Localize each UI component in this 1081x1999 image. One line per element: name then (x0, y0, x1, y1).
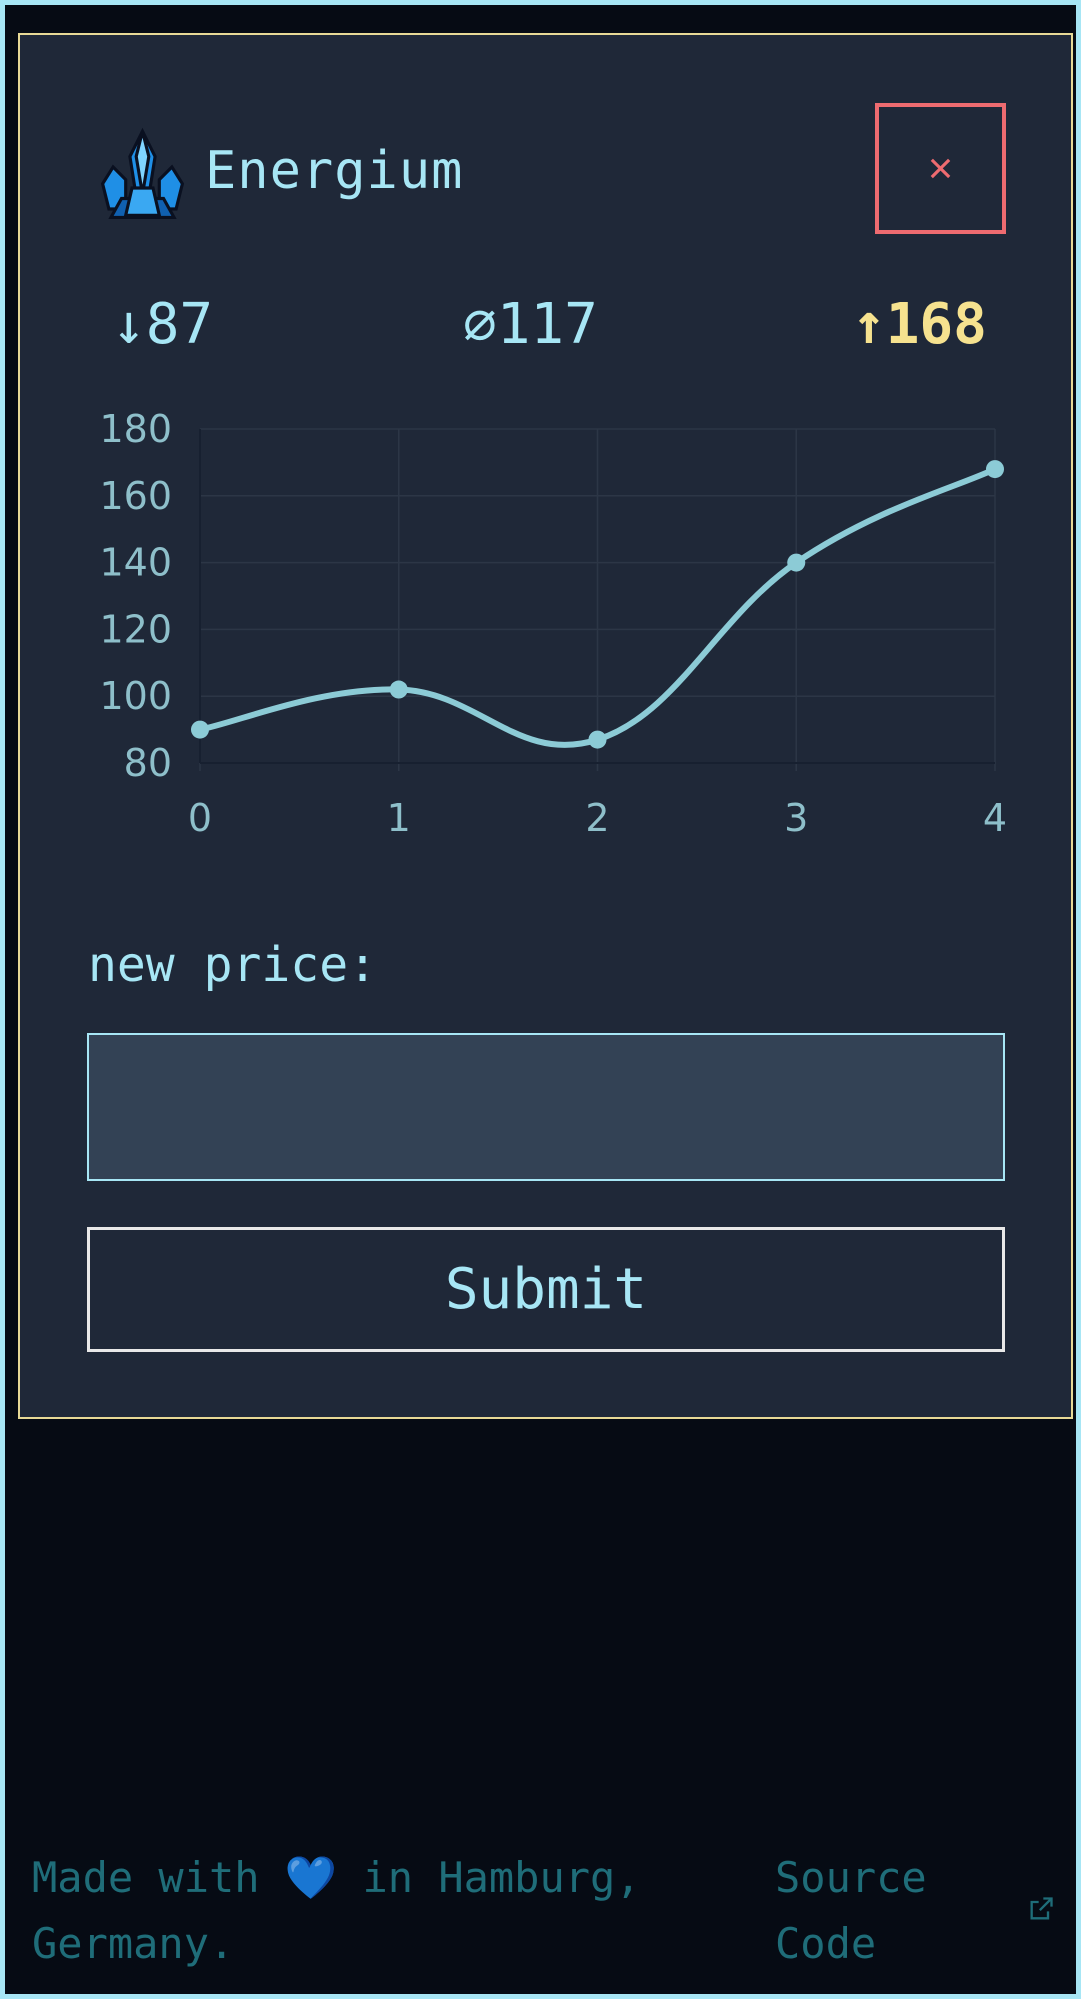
new-price-input[interactable] (87, 1033, 1005, 1181)
app-frame: Energium × ↓87 ⌀117 ↑168 80 100 120 140 160 1… (0, 0, 1081, 1999)
source-code-link[interactable]: Source Code (775, 1845, 975, 1977)
min-price: ↓87 (112, 292, 214, 357)
data-point (787, 553, 806, 572)
submit-button[interactable]: Submit (87, 1227, 1005, 1352)
x-tick-label: 2 (585, 796, 609, 840)
y-tick-label: 160 (99, 474, 172, 518)
data-point (986, 460, 1004, 479)
x-tick-label: 1 (387, 796, 411, 840)
y-tick-label: 100 (99, 674, 172, 718)
x-tick-label: 4 (983, 796, 1007, 840)
y-tick-label: 180 (99, 407, 172, 451)
data-point (389, 680, 408, 699)
heart-icon: 💙 (284, 1853, 338, 1902)
footer-text-before: Made with (32, 1853, 285, 1902)
external-link-icon[interactable] (1027, 1895, 1055, 1923)
new-price-label: new price: (88, 937, 377, 993)
close-icon: × (927, 143, 954, 193)
x-tick-label: 3 (784, 796, 808, 840)
data-point (191, 720, 209, 739)
resource-card: Energium × ↓87 ⌀117 ↑168 80 100 120 140 160 1… (18, 33, 1073, 1419)
max-price: ↑168 (852, 292, 987, 357)
x-tick-label: 0 (188, 796, 212, 840)
page-title: Energium (205, 141, 464, 201)
price-chart: 80 100 120 140 160 180 0 1 2 3 4 (99, 407, 1007, 840)
y-tick-label: 140 (99, 541, 172, 585)
average-price: ⌀117 (463, 292, 598, 357)
close-button[interactable]: × (875, 103, 1006, 234)
crystal-icon (100, 127, 185, 219)
y-tick-label: 120 (99, 607, 172, 651)
footer-credit: Made with 💙 in Hamburg, Germany. (32, 1845, 732, 1977)
data-point (588, 730, 607, 749)
y-tick-label: 80 (124, 741, 172, 785)
